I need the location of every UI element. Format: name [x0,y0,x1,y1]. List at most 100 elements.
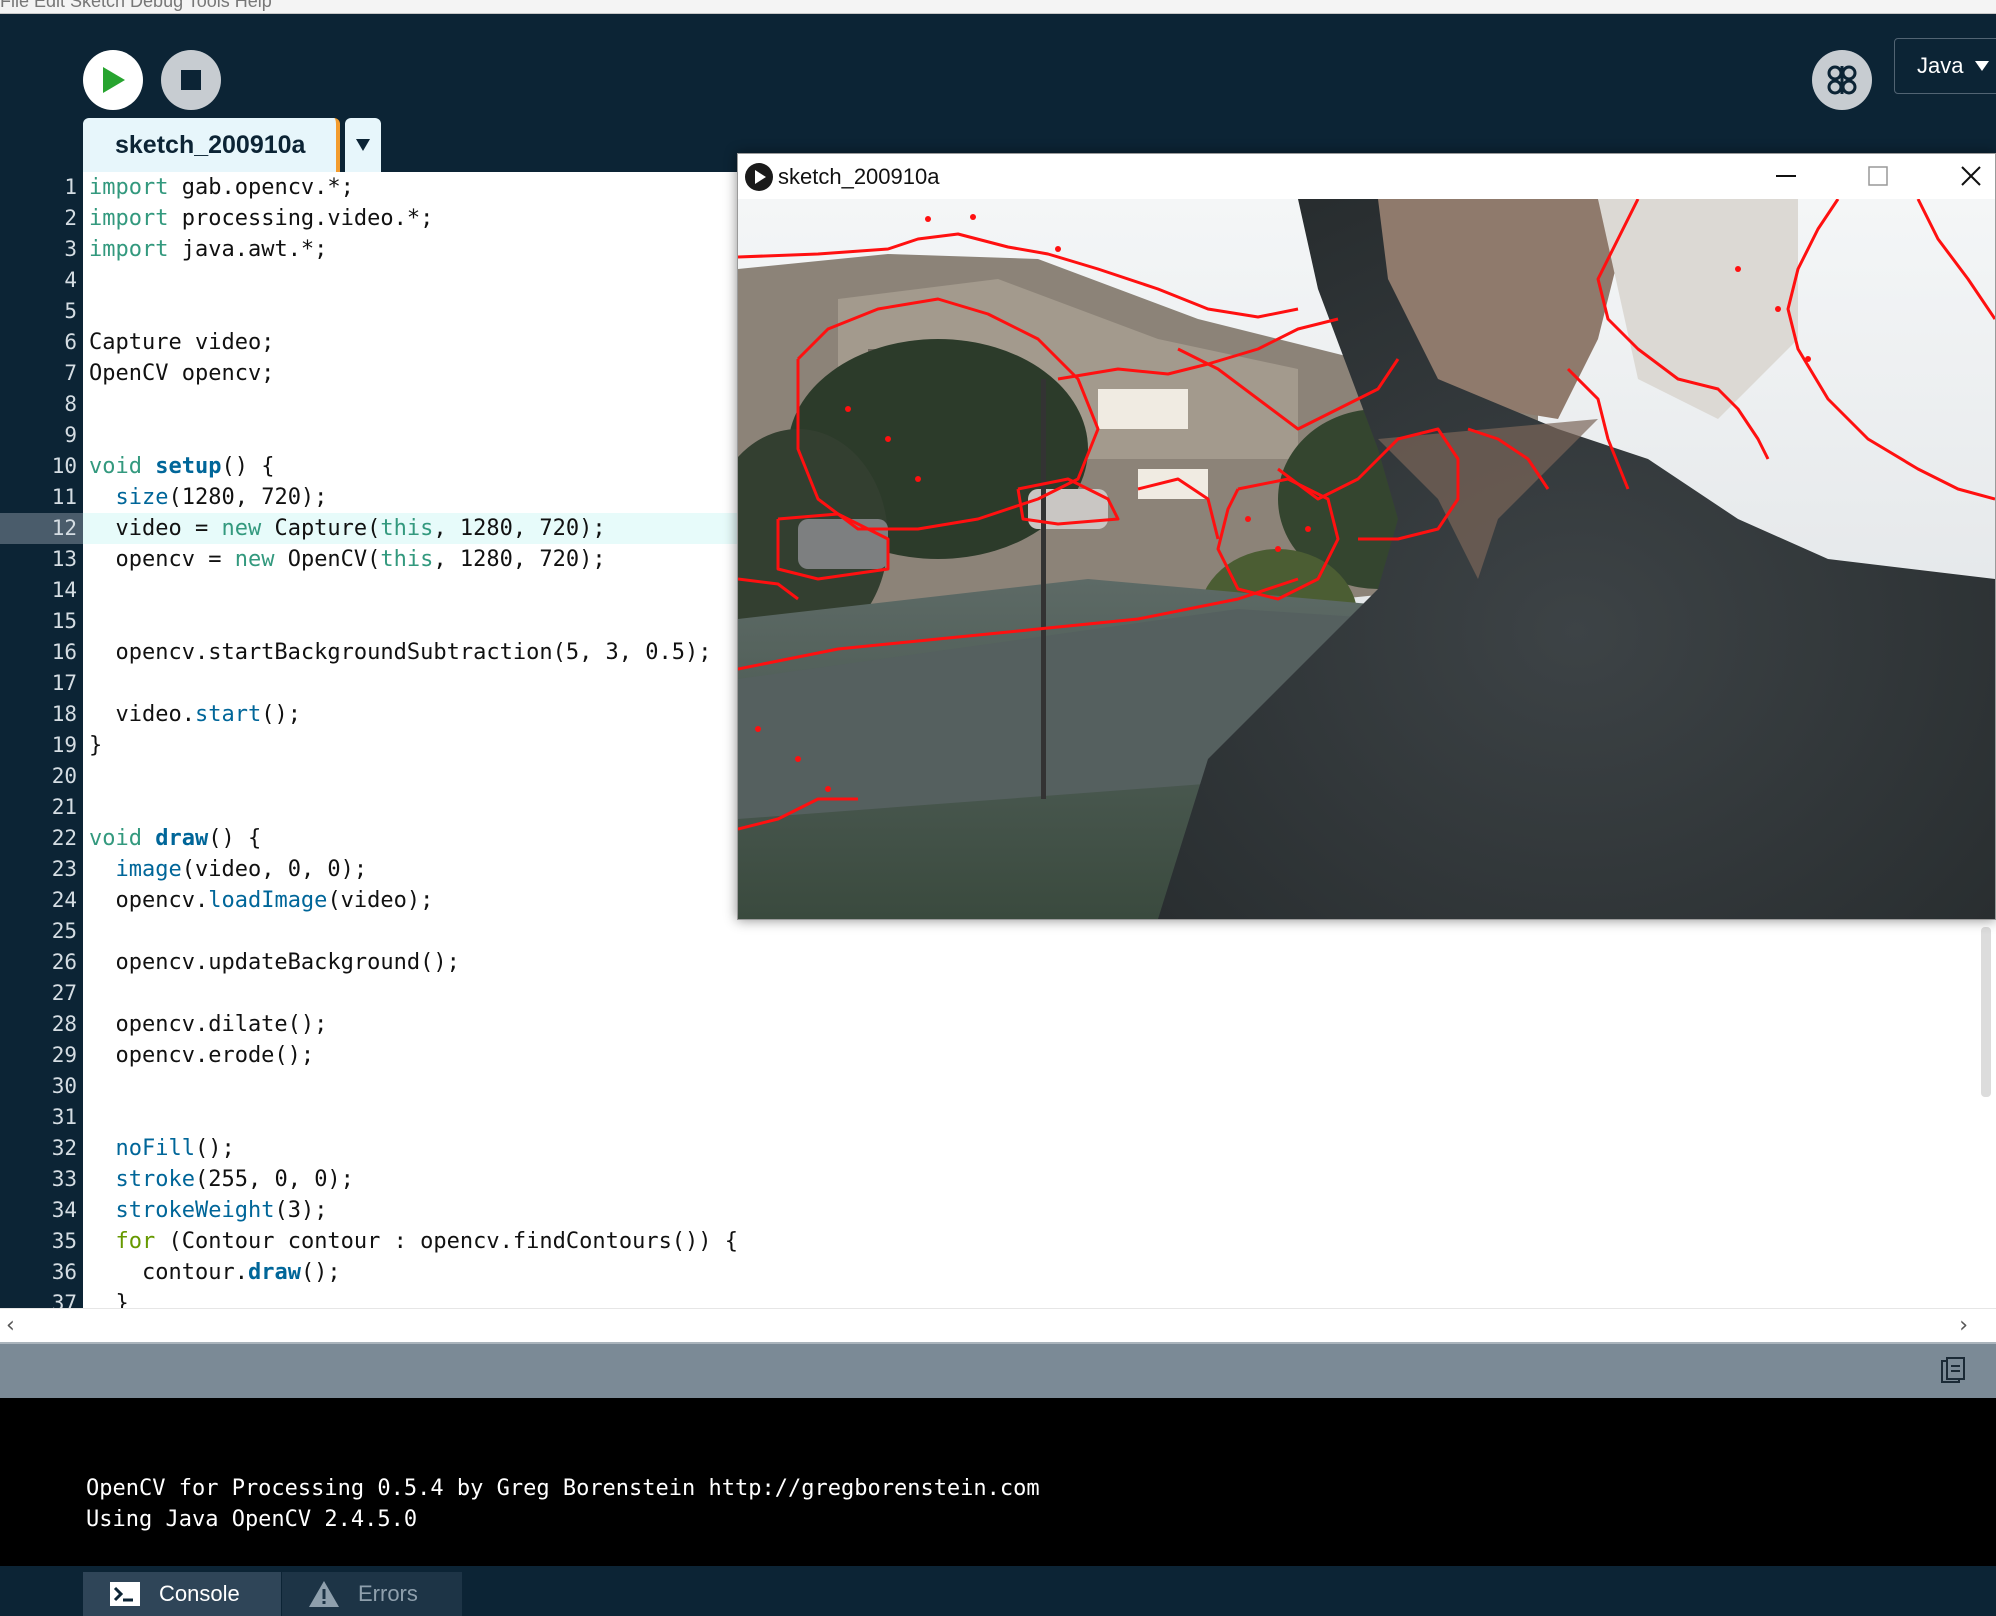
tab-sketch[interactable]: sketch_200910a [83,118,340,172]
tab-label: sketch_200910a [115,130,306,159]
chevron-down-icon [356,139,370,151]
code-line-32[interactable]: noFill(); [89,1133,235,1164]
chevron-down-icon [1975,61,1990,71]
close-button[interactable] [1948,160,1994,192]
line-number-gutter: 1 2 3 4 5 6 7 8 9 10 11 12 13 14 15 16 17 18 19 20 21 22 23 24 2… [0,172,83,1308]
line-number-text: 30 [51,1074,77,1098]
line-number: 13 [0,544,83,575]
code-line-26[interactable]: opencv.updateBackground(); [89,947,459,978]
line-number: 25 [0,916,83,947]
line-number-text: 12 [51,516,77,540]
line-number-text: 19 [51,733,77,757]
code-line-19[interactable]: } [89,730,102,761]
line-number-text: 31 [51,1105,77,1129]
line-number-text: 1 [64,175,77,199]
line-number: 23 [0,854,83,885]
debug-button[interactable] [1812,50,1872,110]
maximize-button[interactable] [1855,160,1901,192]
line-number: 24 [0,885,83,916]
code-line-12[interactable]: video = new Capture(this, 1280, 720); [89,513,605,544]
line-number-text: 24 [51,888,77,912]
footer-tabs: Console Errors [0,1566,1996,1616]
console-line: OpenCV for Processing 0.5.4 by Greg Bore… [86,1476,1040,1501]
minimize-icon [1776,175,1796,177]
line-number: 5 [0,296,83,327]
code-line-1[interactable]: import gab.opencv.*; [89,172,354,203]
code-line-13[interactable]: opencv = new OpenCV(this, 1280, 720); [89,544,605,575]
line-number: 16 [0,637,83,668]
line-number-text: 21 [51,795,77,819]
line-number-text: 22 [51,826,77,850]
code-line-18[interactable]: video.start(); [89,699,300,730]
sketch-window-titlebar[interactable]: sketch_200910a [738,154,1995,199]
line-number: 34 [0,1195,83,1226]
tab-console[interactable]: Console [83,1572,281,1616]
play-icon [103,67,125,93]
line-number-text: 25 [51,919,77,943]
line-number-text: 34 [51,1198,77,1222]
line-number-text: 4 [64,268,77,292]
video-frame [738,199,1995,919]
code-line-11[interactable]: size(1280, 720); [89,482,328,513]
code-line-36[interactable]: contour.draw(); [89,1257,341,1288]
line-number-text: 8 [64,392,77,416]
line-number-text: 6 [64,330,77,354]
line-number: 31 [0,1102,83,1133]
camera-feed-image [738,199,1995,919]
line-number-text: 27 [51,981,77,1005]
line-number: 28 [0,1009,83,1040]
horizontal-scrollbar[interactable]: ‹ › [0,1308,1996,1342]
code-line-35[interactable]: for (Contour contour : opencv.findContou… [89,1226,739,1257]
console-divider[interactable] [0,1342,1996,1398]
run-button[interactable] [83,50,143,110]
tab-errors[interactable]: Errors [282,1572,462,1616]
sketch-window[interactable]: sketch_200910a [737,153,1996,920]
code-line-28[interactable]: opencv.dilate(); [89,1009,327,1040]
menu-bar[interactable]: File Edit Sketch Debug Tools Help [0,0,1996,14]
processing-logo-icon [745,163,773,191]
scroll-right-icon[interactable]: › [1959,1313,1968,1338]
line-number-text: 14 [51,578,77,602]
code-line-22[interactable]: void draw() { [89,823,261,854]
code-line-16[interactable]: opencv.startBackgroundSubtraction(5, 3, … [89,637,711,668]
line-number-text: 10 [51,454,77,478]
code-line-6[interactable]: Capture video; [89,327,274,358]
mode-selector[interactable]: Java [1894,38,1996,94]
line-number: 3 [0,234,83,265]
code-line-7[interactable]: OpenCV opencv; [89,358,274,389]
menu-bar-text[interactable]: File Edit Sketch Debug Tools Help [0,0,272,12]
line-number-text: 15 [51,609,77,633]
sketch-window-title: sketch_200910a [778,164,940,189]
minimize-button[interactable] [1763,160,1809,192]
tab-menu-button[interactable] [345,118,381,172]
clipboard-icon[interactable] [1940,1357,1966,1385]
code-line-2[interactable]: import processing.video.*; [89,203,433,234]
scroll-left-icon[interactable]: ‹ [6,1313,15,1338]
code-line-24[interactable]: opencv.loadImage(video); [89,885,433,916]
line-number-text: 18 [51,702,77,726]
line-number-text: 28 [51,1012,77,1036]
stop-button[interactable] [161,50,221,110]
scrollbar-thumb[interactable] [1981,927,1991,1097]
line-number-text: 32 [51,1136,77,1160]
line-number: 20 [0,761,83,792]
line-number: 26 [0,947,83,978]
code-line-3[interactable]: import java.awt.*; [89,234,327,265]
line-number: 12 [0,513,83,544]
line-number-text: 29 [51,1043,77,1067]
code-line-29[interactable]: opencv.erode(); [89,1040,314,1071]
line-number-text: 3 [64,237,77,261]
code-line-34[interactable]: strokeWeight(3); [89,1195,328,1226]
warning-icon [309,1581,339,1607]
line-number: 15 [0,606,83,637]
code-line-37[interactable]: } [89,1288,128,1308]
line-number: 9 [0,420,83,451]
code-line-10[interactable]: void setup() { [89,451,274,482]
console-output[interactable]: OpenCV for Processing 0.5.4 by Greg Bore… [0,1398,1996,1566]
code-line-23[interactable]: image(video, 0, 0); [89,854,368,885]
line-number-text: 33 [51,1167,77,1191]
butterfly-icon [1827,65,1857,95]
close-icon [1961,166,1981,186]
mode-label: Java [1917,53,1964,78]
code-line-33[interactable]: stroke(255, 0, 0); [89,1164,354,1195]
